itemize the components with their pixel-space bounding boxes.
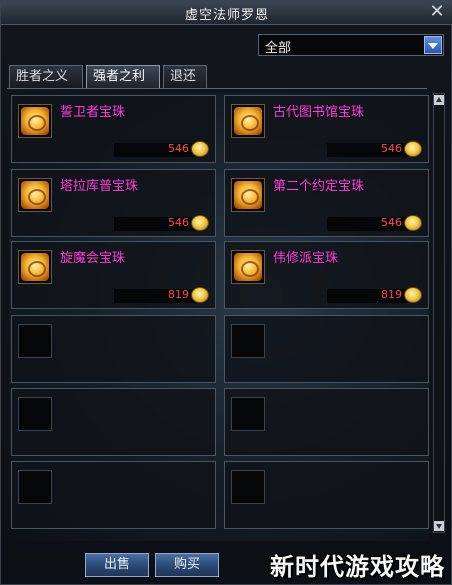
watermark-text: 新时代游戏攻略 [270, 553, 445, 581]
item-name: 旋魔会宝珠 [60, 251, 126, 266]
empty-item-slot[interactable] [11, 388, 216, 456]
empty-item-slot[interactable] [224, 461, 429, 529]
coin-icon [404, 287, 422, 303]
item-icon-box [18, 178, 52, 212]
item-slot[interactable]: 旋魔会宝珠 819 [11, 241, 216, 309]
scroll-down-icon[interactable] [434, 521, 444, 531]
item-price: 819 [168, 288, 189, 301]
item-slot[interactable]: 第二个约定宝珠 546 [224, 169, 429, 237]
item-slot[interactable]: 誓卫者宝珠 546 [11, 95, 216, 163]
coin-icon [191, 287, 209, 303]
empty-item-slot[interactable] [224, 388, 429, 456]
item-icon-box [18, 104, 52, 138]
empty-icon-box [18, 397, 52, 431]
item-name: 誓卫者宝珠 [60, 105, 126, 120]
tab-strong[interactable]: 强者之利 [86, 65, 160, 88]
coin-icon [404, 215, 422, 231]
empty-item-slot[interactable] [224, 315, 429, 383]
coin-icon [404, 141, 422, 157]
orb-icon [21, 107, 49, 135]
orb-icon [234, 181, 262, 209]
item-name: 古代图书馆宝珠 [273, 105, 365, 120]
item-list-scrollbar[interactable] [433, 93, 445, 533]
buy-button[interactable]: 购买 [155, 553, 219, 577]
empty-icon-box [18, 324, 52, 358]
item-icon-box [18, 250, 52, 284]
item-name: 伟修派宝珠 [273, 251, 339, 266]
tab-divider [7, 88, 427, 89]
category-filter-select[interactable]: 全部 [258, 34, 444, 56]
item-name: 第二个约定宝珠 [273, 179, 365, 194]
sell-button[interactable]: 出售 [85, 553, 149, 577]
coin-icon [191, 215, 209, 231]
empty-icon-box [231, 470, 265, 504]
item-price: 819 [381, 288, 402, 301]
orb-icon [234, 253, 262, 281]
coin-icon [191, 141, 209, 157]
window-title: 虚空法师罗恩 [184, 8, 269, 23]
item-icon-box [231, 250, 265, 284]
item-price: 546 [381, 216, 402, 229]
tab-victor[interactable]: 胜者之义 [9, 65, 83, 88]
item-icon-box [231, 104, 265, 138]
item-slot[interactable]: 塔拉库普宝珠 546 [11, 169, 216, 237]
item-grid: 誓卫者宝珠 546 古代图书馆宝珠 546 塔拉库普宝珠 546 第二个约定宝珠… [9, 93, 429, 541]
empty-icon-box [231, 397, 265, 431]
orb-icon [21, 181, 49, 209]
title-bar[interactable]: 虚空法师罗恩 ✕ [1, 1, 452, 25]
empty-icon-box [18, 470, 52, 504]
filter-selected-value: 全部 [265, 41, 292, 56]
close-icon[interactable]: ✕ [427, 2, 447, 22]
empty-item-slot[interactable] [11, 315, 216, 383]
item-icon-box [231, 178, 265, 212]
tab-refund[interactable]: 退还 [163, 65, 207, 88]
chevron-down-icon[interactable] [424, 36, 442, 54]
empty-item-slot[interactable] [11, 461, 216, 529]
orb-icon [21, 253, 49, 281]
scroll-up-icon[interactable] [434, 95, 444, 105]
item-slot[interactable]: 伟修派宝珠 819 [224, 241, 429, 309]
empty-icon-box [231, 324, 265, 358]
item-price: 546 [381, 142, 402, 155]
item-slot[interactable]: 古代图书馆宝珠 546 [224, 95, 429, 163]
item-price: 546 [168, 142, 189, 155]
orb-icon [234, 107, 262, 135]
shop-window: 虚空法师罗恩 ✕ 全部 胜者之义 强者之利 退还 誓卫者宝珠 546 古代图书馆… [0, 0, 452, 585]
item-name: 塔拉库普宝珠 [60, 179, 139, 194]
item-price: 546 [168, 216, 189, 229]
